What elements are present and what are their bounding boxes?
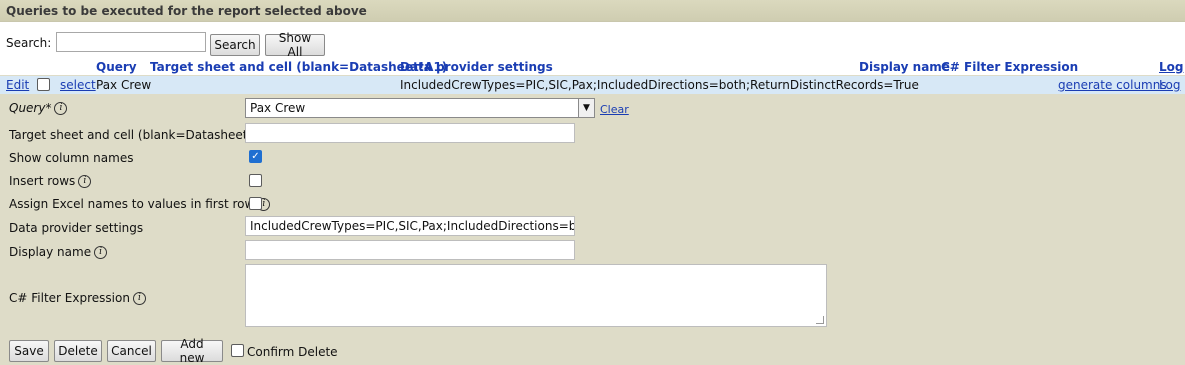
info-icon[interactable]: i [78,175,92,188]
chevron-down-icon[interactable]: ▼ [578,99,594,117]
query-label: Query* [9,101,52,115]
info-icon[interactable]: i [94,246,108,259]
filter-label-row: C# Filter Expression i [9,291,146,305]
select-link[interactable]: select [60,78,96,92]
row-log-link[interactable]: Log [1159,78,1180,92]
query-select-value: Pax Crew [250,101,306,115]
save-button[interactable]: Save [9,340,49,362]
provider-label: Data provider settings [9,221,144,235]
column-log[interactable]: Log [1159,60,1183,74]
target-label: Target sheet and cell (blank=Datasheet!A… [9,128,273,142]
delete-button[interactable]: Delete [54,340,102,362]
clear-link[interactable]: Clear [600,103,629,116]
table-row: Edit select Pax Crew IncludedCrewTypes=P… [0,76,1185,94]
search-label: Search: [6,36,52,50]
query-label-row: Query* i [9,101,68,115]
info-icon[interactable]: i [54,102,68,115]
search-bar: Search: Search Show All [0,22,1185,60]
row-select-checkbox[interactable] [37,78,50,91]
row-provider-value: IncludedCrewTypes=PIC,SIC,Pax;IncludedDi… [400,78,919,92]
confirm-delete-label: Confirm Delete [247,345,338,359]
edit-link[interactable]: Edit [6,78,29,92]
panel-title: Queries to be executed for the report se… [0,0,1185,22]
insert-rows-label-row: Insert rows i [9,174,92,188]
info-icon[interactable]: i [132,292,146,305]
display-name-input[interactable] [245,240,575,260]
assign-names-label: Assign Excel names to values in first ro… [9,197,255,211]
assign-names-checkbox[interactable] [249,197,262,210]
display-name-label: Display name [9,245,92,259]
filter-label: C# Filter Expression [9,291,130,305]
insert-rows-checkbox[interactable] [249,174,262,187]
generate-columns-link[interactable]: generate columns [1058,78,1167,92]
cancel-button[interactable]: Cancel [107,340,156,362]
insert-rows-label: Insert rows [9,174,76,188]
assign-names-label-row: Assign Excel names to values in first ro… [9,197,271,211]
queries-panel: Queries to be executed for the report se… [0,0,1185,365]
column-filter[interactable]: C# Filter Expression [941,60,1078,74]
provider-input[interactable]: IncludedCrewTypes=PIC,SIC,Pax;IncludedDi… [245,216,575,236]
row-query-value: Pax Crew [96,78,152,92]
search-input[interactable] [56,32,206,52]
column-query[interactable]: Query [96,60,137,74]
target-input[interactable] [245,123,575,143]
show-all-button[interactable]: Show All [265,31,325,59]
table-header: Query Target sheet and cell (blank=Datas… [0,60,1185,75]
column-display-name[interactable]: Display name [859,60,950,74]
search-button[interactable]: Search [210,34,260,56]
resize-grip-icon[interactable] [816,316,824,324]
display-name-label-row: Display name i [9,245,108,259]
show-columns-label: Show column names [9,151,134,165]
add-new-button[interactable]: Add new [161,337,223,365]
filter-textarea[interactable] [245,264,827,327]
confirm-delete-checkbox[interactable] [231,344,244,357]
column-provider[interactable]: Data provider settings [400,60,553,74]
query-select[interactable]: Pax Crew ▼ [245,98,595,118]
show-columns-checkbox[interactable]: ✓ [249,150,262,163]
